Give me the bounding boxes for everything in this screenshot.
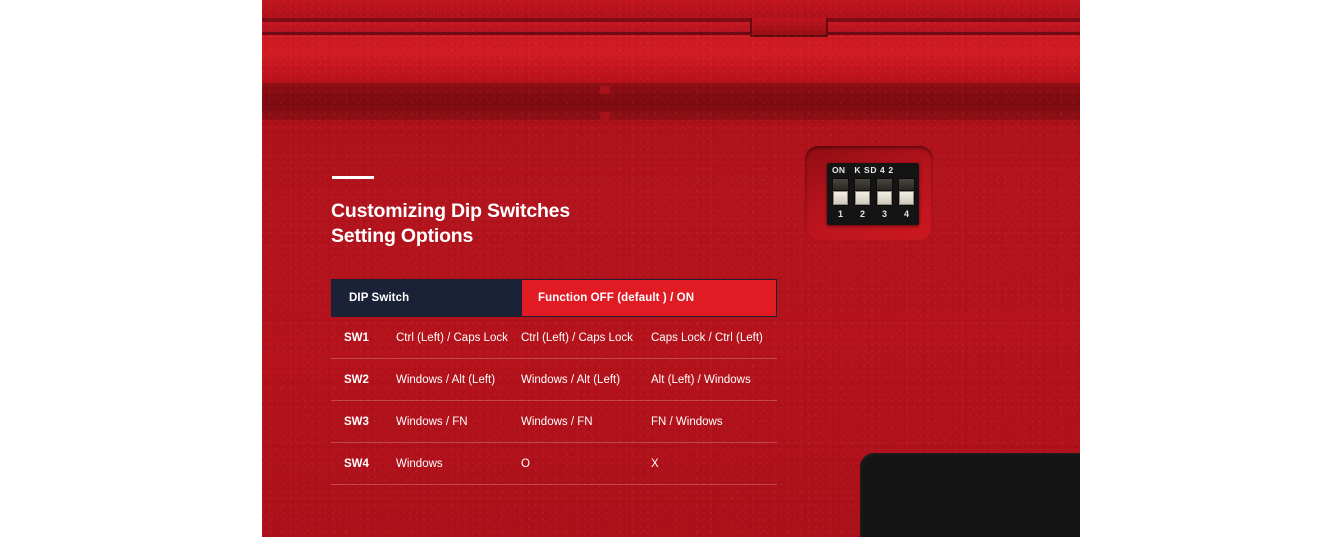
dip-toggle-1[interactable] bbox=[832, 178, 849, 206]
dip-toggle-4[interactable] bbox=[898, 178, 915, 206]
dip-number-3: 3 bbox=[881, 209, 887, 219]
bezel-band-3 bbox=[262, 22, 1080, 32]
dip-toggle-3[interactable] bbox=[876, 178, 893, 206]
table-row: SW4 Windows O X bbox=[331, 443, 777, 485]
dip-toggle-2-lever bbox=[855, 191, 870, 205]
dip-switch-hardware: ON K SD 4 2 1 2 3 4 bbox=[805, 146, 933, 240]
table-row: SW1 Ctrl (Left) / Caps Lock Ctrl (Left) … bbox=[331, 317, 777, 359]
accent-rule bbox=[332, 176, 374, 179]
row-label-value: Ctrl (Left) / Caps Lock bbox=[396, 331, 508, 344]
dip-switch-numbers: 1 2 3 4 bbox=[832, 209, 915, 219]
dip-number-1: 1 bbox=[837, 209, 843, 219]
dip-switch-block: ON K SD 4 2 1 2 3 4 bbox=[827, 163, 919, 225]
bezel-band-1 bbox=[262, 0, 1080, 18]
table-header-function: Function OFF (default ) / ON bbox=[522, 280, 776, 316]
row-label-value: Windows bbox=[396, 457, 443, 470]
table-header-row: DIP Switch Function OFF (default ) / ON bbox=[331, 279, 777, 317]
dip-toggle-4-track bbox=[899, 179, 914, 190]
dip-on-label: ON bbox=[832, 165, 846, 175]
dip-toggle-2[interactable] bbox=[854, 178, 871, 206]
row-on-value: Caps Lock / Ctrl (Left) bbox=[651, 331, 763, 344]
dip-switch-table: DIP Switch Function OFF (default ) / ON … bbox=[331, 279, 777, 485]
row-off-value: Windows / FN bbox=[521, 415, 593, 428]
table-row: SW3 Windows / FN Windows / FN FN / Windo… bbox=[331, 401, 777, 443]
alignment-notch-upper bbox=[600, 86, 610, 94]
row-switch-name: SW4 bbox=[344, 457, 369, 470]
section-title-line-2: Setting Options bbox=[331, 225, 474, 247]
dip-code-label: K SD 4 2 bbox=[854, 165, 894, 175]
bezel-band-7 bbox=[262, 86, 1080, 120]
table-header-function-label: Function OFF (default ) / ON bbox=[538, 292, 695, 304]
alignment-notch-lower bbox=[600, 112, 610, 120]
bezel-band-5 bbox=[262, 35, 1080, 83]
dip-switch-toggles bbox=[832, 178, 915, 206]
dip-switch-top-labels: ON K SD 4 2 bbox=[827, 165, 919, 175]
row-switch-name: SW2 bbox=[344, 373, 369, 386]
case-latch-tab bbox=[750, 18, 828, 37]
dip-toggle-3-lever bbox=[877, 191, 892, 205]
row-switch-name: SW1 bbox=[344, 331, 369, 344]
dip-toggle-1-lever bbox=[833, 191, 848, 205]
table-header-dip-switch-label: DIP Switch bbox=[349, 292, 410, 304]
row-on-value: X bbox=[651, 457, 659, 470]
dip-toggle-2-track bbox=[855, 179, 870, 190]
table-row: SW2 Windows / Alt (Left) Windows / Alt (… bbox=[331, 359, 777, 401]
row-label-value: Windows / Alt (Left) bbox=[396, 373, 496, 386]
table-header-dip-switch: DIP Switch bbox=[332, 280, 522, 316]
row-switch-name: SW3 bbox=[344, 415, 369, 428]
row-on-value: FN / Windows bbox=[651, 415, 723, 428]
row-label-value: Windows / FN bbox=[396, 415, 468, 428]
dip-number-4: 4 bbox=[903, 209, 909, 219]
section-title: Customizing Dip Switches Setting Options bbox=[331, 199, 570, 249]
row-on-value: Alt (Left) / Windows bbox=[651, 373, 751, 386]
row-off-value: Ctrl (Left) / Caps Lock bbox=[521, 331, 633, 344]
black-panel bbox=[860, 453, 1080, 537]
dip-toggle-4-lever bbox=[899, 191, 914, 205]
dip-number-2: 2 bbox=[859, 209, 865, 219]
row-off-value: O bbox=[521, 457, 530, 470]
dip-toggle-1-track bbox=[833, 179, 848, 190]
dip-toggle-3-track bbox=[877, 179, 892, 190]
keyboard-product-photo: Customizing Dip Switches Setting Options… bbox=[262, 0, 1080, 537]
page-canvas: Customizing Dip Switches Setting Options… bbox=[0, 0, 1342, 537]
bezel-band-8 bbox=[262, 120, 1080, 129]
section-title-line-1: Customizing Dip Switches bbox=[331, 200, 570, 222]
row-off-value: Windows / Alt (Left) bbox=[521, 373, 621, 386]
